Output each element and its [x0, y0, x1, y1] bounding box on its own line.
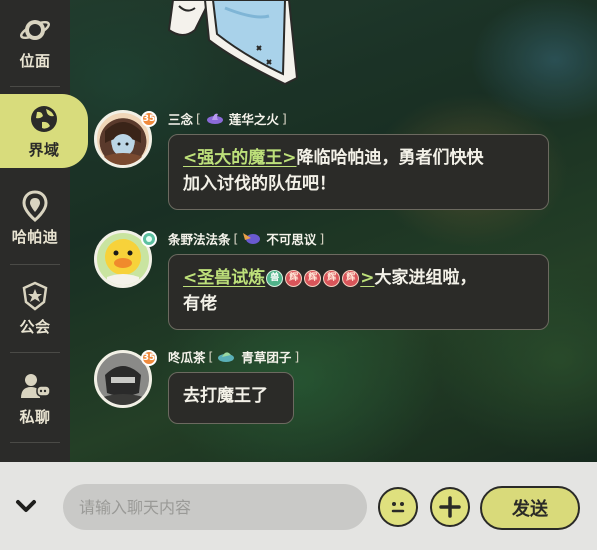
- sender-name-line: 咚瓜茶 [ 青草团子 ]: [168, 346, 302, 366]
- sidebar-divider: [10, 442, 60, 443]
- sidebar-item-label: 位面: [19, 51, 51, 70]
- sender-title: 莲华之火: [228, 111, 279, 127]
- message-text: 去打魔王了: [183, 386, 268, 406]
- sender-name[interactable]: 条野法法条: [168, 229, 231, 248]
- emoji-face-icon: [391, 502, 405, 513]
- trial-link-close: >: [360, 268, 375, 288]
- trial-emblem-icon: 辉: [342, 269, 360, 287]
- add-attachment-button[interactable]: [430, 487, 470, 527]
- title-bracket-open: [: [233, 230, 239, 246]
- sidebar-item-label: 公会: [19, 317, 51, 336]
- guild-emblem-icon: [22, 281, 48, 311]
- location-pin-icon: [22, 189, 48, 222]
- sender-name[interactable]: 三念: [168, 109, 193, 128]
- sidebar-item-realm[interactable]: 界域: [0, 94, 88, 168]
- message-bubble: 去打魔王了: [168, 372, 294, 424]
- chat-message-input[interactable]: [63, 484, 367, 530]
- level-badge: 35: [141, 350, 157, 366]
- sidebar-item-label: 哈帕迪: [11, 227, 59, 246]
- title-bracket-open: [: [196, 110, 201, 126]
- boss-link[interactable]: <强大的魔王>: [183, 148, 297, 168]
- message-text: 大家进组啦，: [374, 268, 477, 288]
- emoji-button[interactable]: [378, 487, 418, 527]
- leaf-icon: [146, 236, 152, 242]
- sidebar-item-private-chat[interactable]: 私聊: [0, 358, 70, 438]
- sidebar-divider: [10, 352, 60, 353]
- private-chat-icon: [21, 373, 51, 398]
- trial-emblem-icon: 辉: [304, 269, 322, 287]
- globe-icon: [31, 105, 57, 132]
- purple-flame-title-icon: [206, 113, 223, 124]
- sender-title: 不可思议: [266, 231, 317, 247]
- sidebar-item-label: 界域: [28, 140, 60, 159]
- message-text: 降临哈帕迪，勇者们快快: [296, 148, 484, 168]
- trial-emblem-icon: 辉: [323, 269, 341, 287]
- send-button[interactable]: 发送: [480, 486, 580, 530]
- sender-name-line: 三念 [ 莲华之火 ]: [168, 108, 290, 128]
- title-bracket-open: [: [208, 348, 214, 364]
- sidebar-divider: [10, 264, 60, 265]
- planet-icon: [19, 19, 51, 40]
- chat-channel-sidebar: 位面 界域 哈帕迪 公会 私聊: [0, 0, 88, 462]
- beast-emblem-icon: 兽: [266, 269, 284, 287]
- chevron-down-icon[interactable]: [12, 492, 40, 520]
- message-bubble: <圣兽试炼兽辉辉辉辉 >大家进组啦， 有佬: [168, 254, 549, 330]
- sender-name[interactable]: 咚瓜茶: [168, 347, 206, 366]
- leaf-dumpling-title-icon: [218, 352, 235, 362]
- message-text: 加入讨伐的队伍吧！: [183, 174, 336, 194]
- sender-title: 青草团子: [241, 349, 292, 365]
- title-bracket-close: ]: [294, 348, 300, 364]
- trial-link-text: <圣兽试炼: [183, 268, 266, 288]
- message-text: 有佬: [183, 294, 217, 314]
- title-bracket-close: ]: [319, 230, 325, 246]
- sidebar-item-hapadi[interactable]: 哈帕迪: [0, 178, 70, 258]
- sender-name-line: 条野法法条 [ 不可思议 ]: [168, 228, 327, 248]
- title-bracket-close: ]: [281, 110, 287, 126]
- sticker-image: [167, 0, 299, 86]
- sidebar-item-label: 私聊: [19, 407, 51, 426]
- level-badge: [141, 231, 157, 247]
- level-badge: 35: [141, 111, 157, 127]
- trial-emblem-icon: 辉: [285, 269, 303, 287]
- sidebar-divider: [10, 86, 60, 87]
- plus-icon: [439, 496, 461, 518]
- sidebar-item-plane[interactable]: 位面: [0, 2, 70, 82]
- chat-input-bar: 发送: [0, 462, 597, 550]
- sidebar-item-guild[interactable]: 公会: [0, 268, 70, 348]
- comet-title-icon: [243, 233, 261, 244]
- trial-link[interactable]: <圣兽试炼兽辉辉辉辉 >: [183, 268, 375, 288]
- message-bubble: <强大的魔王>降临哈帕迪，勇者们快快 加入讨伐的队伍吧！: [168, 134, 549, 210]
